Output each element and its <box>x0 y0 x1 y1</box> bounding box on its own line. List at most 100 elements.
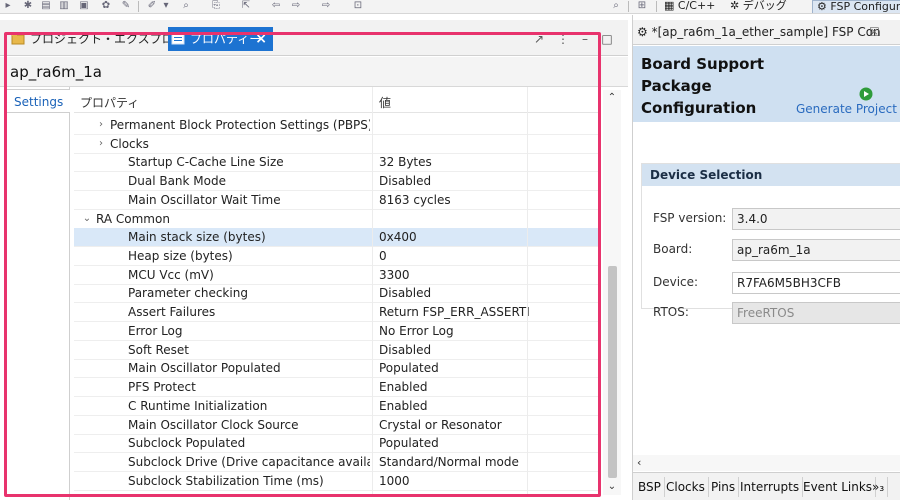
property-value[interactable]: Crystal or Resonator <box>379 418 529 432</box>
property-value[interactable]: Standard/Normal mode <box>379 455 529 469</box>
toolbar-pen-icon[interactable]: ✐ <box>146 0 158 12</box>
table-row[interactable]: Assert Failures Return FSP_ERR_ASSERTI... <box>74 303 600 323</box>
toolbar-pencil-icon[interactable]: ✎ <box>120 0 132 12</box>
bottom-tab[interactable]: Event Links <box>800 477 877 497</box>
property-value[interactable]: Populated <box>379 436 529 450</box>
toolbar-new-window-icon[interactable]: ⊡ <box>352 0 364 12</box>
field-input[interactable]: 3.4.0 <box>732 208 900 230</box>
column-header-property[interactable]: プロパティ <box>80 94 139 111</box>
toolbar-next-icon[interactable]: ⇨ <box>320 0 332 12</box>
toolbar-debug-icon[interactable]: ✱ <box>22 0 34 12</box>
toolbar-back-icon[interactable]: ⇦ <box>270 0 282 12</box>
table-row[interactable]: Main Oscillator Populated Populated <box>74 359 600 379</box>
property-value[interactable]: Enabled <box>379 380 529 394</box>
property-value[interactable]: 8163 cycles <box>379 193 529 207</box>
view-menu-icon[interactable]: ⋮ <box>556 32 570 46</box>
table-row[interactable]: › Clocks <box>74 135 600 154</box>
perspective-cpp[interactable]: ▦ C/C++ <box>664 0 715 13</box>
table-row[interactable]: Subclock Drive (Drive capacitance availa… <box>74 453 600 472</box>
toolbar-annotation-icon[interactable]: ⎘ <box>210 0 222 12</box>
toolbar-gear-icon[interactable]: ✿ <box>100 0 112 12</box>
tab-properties[interactable]: プロパティー × <box>168 27 273 51</box>
table-row[interactable]: Dual Bank Mode Disabled <box>74 172 600 192</box>
toolbar-launch-icon[interactable]: ▣ <box>78 0 90 12</box>
tab-project-explorer[interactable]: プロジェクト・エクスプローラー <box>8 27 210 51</box>
property-value[interactable]: No Error Log <box>379 324 529 338</box>
expand-chevron-right-icon[interactable]: › <box>96 138 106 149</box>
property-value[interactable]: 3300 <box>379 268 529 282</box>
property-name: Error Log <box>128 323 183 338</box>
bottom-tab[interactable]: BSP <box>635 477 665 497</box>
main-toolbar: ▸ ✱ ▤ ▥ ▣ ✿ ✎ ✐ ▾ ⌕ ⎘ ⇱ ⇦ ⇨ ⇨ ⊡ ⌕ ⊞ ▦ C/… <box>0 0 900 14</box>
toolbar-forward-icon[interactable]: ⇨ <box>290 0 302 12</box>
bottom-tab[interactable]: Pins <box>708 477 740 497</box>
maximize-icon[interactable]: □ <box>600 32 614 46</box>
property-value[interactable]: Disabled <box>379 174 529 188</box>
new-window-icon[interactable]: ↗ <box>532 32 546 46</box>
scroll-left-icon[interactable]: ‹ <box>637 456 641 469</box>
toolbar-search-icon[interactable]: ⌕ <box>610 0 622 12</box>
minimize-icon[interactable]: – <box>578 32 592 46</box>
table-row[interactable]: PFS Protect Enabled <box>74 378 600 398</box>
property-value[interactable]: 0 <box>379 249 529 263</box>
generate-project-link[interactable]: Generate Project Co <box>796 102 900 116</box>
table-row[interactable]: Main stack size (bytes) 0x400 <box>74 228 600 248</box>
table-row[interactable]: MCU Vcc (mV) 3300 <box>74 266 600 285</box>
table-row[interactable]: Main Oscillator Clock Source Crystal or R… <box>74 416 600 435</box>
property-value[interactable]: Populated <box>379 361 529 375</box>
property-value[interactable]: 1000 <box>379 474 529 488</box>
toolbar-run-icon[interactable]: ▸ <box>2 0 14 12</box>
table-row[interactable]: ⌄ RA Common <box>74 210 600 229</box>
scroll-down-icon[interactable]: ⌄ <box>603 479 621 495</box>
section-title: Device Selection <box>642 164 900 186</box>
expand-chevron-right-icon[interactable]: › <box>96 119 106 130</box>
close-icon[interactable]: × <box>255 27 267 51</box>
property-value[interactable]: Disabled <box>379 286 529 300</box>
toolbar-nav-icon[interactable]: ⇱ <box>240 0 252 12</box>
table-row[interactable]: Heap size (bytes) 0 <box>74 247 600 267</box>
side-tab-settings[interactable]: Settings <box>6 89 70 113</box>
vertical-scrollbar[interactable]: ⌃ ⌄ <box>603 90 621 495</box>
property-value[interactable]: Return FSP_ERR_ASSERTI... <box>379 305 529 319</box>
table-row[interactable]: Parameter checking Disabled <box>74 284 600 304</box>
generate-play-icon[interactable] <box>859 87 873 101</box>
expand-chevron-down-icon[interactable]: ⌄ <box>82 213 92 224</box>
fsp-gear-icon: ⚙ <box>637 25 652 39</box>
toolbar-tool-icon[interactable]: ▥ <box>58 0 70 12</box>
close-icon[interactable]: ☒ <box>869 25 880 39</box>
table-row[interactable]: Main Oscillator Wait Time 8163 cycles <box>74 191 600 210</box>
table-row[interactable]: Soft Reset Disabled <box>74 341 600 360</box>
bottom-tab[interactable]: Clocks <box>663 477 709 497</box>
field-input[interactable]: R7FA6M5BH3CFB <box>732 272 900 294</box>
bottom-tab[interactable]: »₃ <box>869 477 889 497</box>
properties-title-bar: ap_ra6m_1a <box>0 57 628 87</box>
property-name: Main stack size (bytes) <box>128 230 266 245</box>
table-row[interactable]: Startup C-Cache Line Size 32 Bytes <box>74 153 600 173</box>
table-row[interactable]: Error Log No Error Log <box>74 322 600 341</box>
properties-view: プロジェクト・エクスプローラー プロパティー × ↗ ⋮ – □ ap_ra6m… <box>0 15 628 500</box>
table-row[interactable]: C Runtime Initialization Enabled <box>74 397 600 416</box>
table-row[interactable]: › Permanent Block Protection Settings (PB… <box>74 116 600 135</box>
scroll-thumb[interactable] <box>608 266 617 478</box>
open-perspective-icon[interactable]: ⊞ <box>636 0 648 12</box>
toolbar-build-icon[interactable]: ▤ <box>40 0 52 12</box>
scroll-up-icon[interactable]: ⌃ <box>603 90 621 106</box>
property-name: Soft Reset <box>128 342 190 357</box>
perspective-fsp[interactable]: ⚙ FSP Configuration <box>812 0 900 13</box>
toolbar-dropdown-icon[interactable]: ▾ <box>160 0 172 12</box>
perspective-debug[interactable]: ✲ デバッグ <box>730 0 787 13</box>
property-name: MCU Vcc (mV) <box>128 267 214 282</box>
property-value[interactable]: 32 Bytes <box>379 155 529 169</box>
table-row[interactable]: Subclock Stabilization Time (ms) 1000 <box>74 472 600 491</box>
property-value[interactable]: 0x400 <box>379 230 529 244</box>
tab-fsp-configuration[interactable]: ⚙ *[ap_ra6m_1a_ether_sample] FSP Con <box>637 25 881 39</box>
property-value[interactable]: Enabled <box>379 399 529 413</box>
toolbar-search-icon[interactable]: ⌕ <box>180 0 192 12</box>
property-name: Subclock Drive (Drive capacitance availa… <box>128 454 370 469</box>
table-row[interactable]: Subclock Populated Populated <box>74 434 600 454</box>
bottom-tab[interactable]: Interrupts <box>737 477 804 497</box>
column-header-value[interactable]: 値 <box>379 94 391 111</box>
horizontal-scrollbar[interactable]: ‹ <box>633 455 900 471</box>
field-input[interactable]: ap_ra6m_1a <box>732 239 900 261</box>
property-value[interactable]: Disabled <box>379 343 529 357</box>
